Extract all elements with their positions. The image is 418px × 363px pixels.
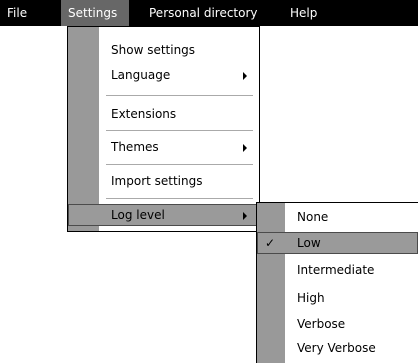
chevron-right-icon [243,144,247,152]
menu-item-label: High [297,291,325,305]
menu-settings[interactable]: Settings [61,0,129,26]
menu-item-label: Log level [111,208,165,222]
menu-item-label: Themes [111,140,159,154]
menu-item-themes[interactable]: Themes [68,136,259,158]
menu-item-label: Verbose [297,317,346,331]
menu-item-label: Show settings [111,43,196,57]
log-level-very-verbose[interactable]: Very Verbose [257,337,418,359]
chevron-right-icon [243,72,247,80]
menu-file[interactable]: File [0,0,61,26]
log-level-high[interactable]: High [257,287,418,309]
menu-item-label: Low [297,236,321,250]
menu-item-language[interactable]: Language [68,64,259,86]
menu-item-label: Extensions [111,107,177,121]
menu-item-log-level[interactable]: Log level [68,204,259,226]
log-level-low[interactable]: ✓ Low [257,232,418,254]
menu-separator [106,130,253,131]
menu-item-extensions[interactable]: Extensions [68,103,259,125]
settings-dropdown: Show settings Language Extensions Themes… [67,26,260,232]
menu-help[interactable]: Help [283,0,328,26]
menu-separator [106,95,253,96]
menu-item-label: None [297,210,329,224]
menu-item-label: Very Verbose [297,341,376,355]
chevron-right-icon [243,212,247,220]
menu-item-label: Intermediate [297,263,375,277]
log-level-none[interactable]: None [257,206,418,228]
menu-personal-directory[interactable]: Personal directory [142,0,280,26]
log-level-submenu: None ✓ Low Intermediate High Verbose Ver… [256,202,418,363]
menu-separator [106,164,253,165]
menu-item-label: Import settings [111,174,203,188]
checkmark-icon: ✓ [265,236,276,250]
menu-item-label: Language [111,68,171,82]
menu-separator [106,198,253,199]
menu-item-import-settings[interactable]: Import settings [68,170,259,192]
menu-bar: File Settings Personal directory Help [0,0,418,26]
log-level-verbose[interactable]: Verbose [257,313,418,335]
menu-item-show-settings[interactable]: Show settings [68,39,259,61]
log-level-intermediate[interactable]: Intermediate [257,259,418,281]
